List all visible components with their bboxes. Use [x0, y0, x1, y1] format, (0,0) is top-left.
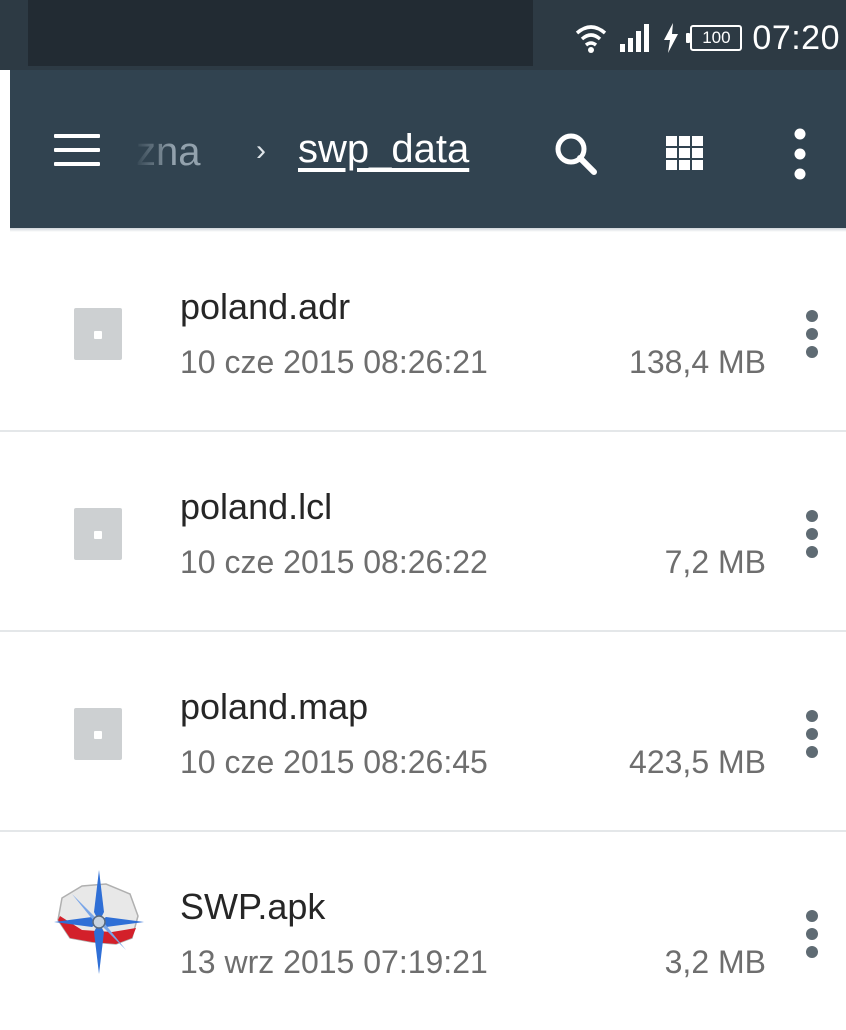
- clock: 07:20: [752, 18, 840, 57]
- more-vert-icon[interactable]: [800, 310, 824, 360]
- more-vert-icon[interactable]: [800, 710, 824, 760]
- file-name: SWP.apk: [180, 886, 326, 927]
- grid-view-icon[interactable]: [664, 132, 706, 174]
- signal-icon: [620, 24, 650, 52]
- status-bar: 100 07:20: [0, 0, 846, 70]
- file-date: 10 cze 2015 08:26:45: [180, 744, 488, 780]
- breadcrumb-previous[interactable]: zna: [134, 130, 201, 175]
- menu-icon[interactable]: [54, 134, 102, 168]
- breadcrumb-current[interactable]: swp_data: [298, 127, 469, 172]
- file-size: 7,2 MB: [664, 544, 766, 580]
- more-vert-icon[interactable]: [790, 126, 810, 182]
- wifi-icon: [576, 25, 607, 53]
- file-size: 3,2 MB: [664, 944, 766, 980]
- generic-file-icon: [74, 708, 122, 760]
- breadcrumb-separator: ›: [256, 134, 266, 167]
- more-vert-icon[interactable]: [800, 510, 824, 560]
- generic-file-icon: [74, 308, 122, 360]
- app-toolbar: zna › swp_data: [10, 70, 846, 232]
- file-row[interactable]: poland.map 10 cze 2015 08:26:45 423,5 MB: [0, 632, 846, 832]
- battery-icon: 100: [686, 25, 743, 51]
- swp-app-icon: [54, 870, 144, 974]
- file-date: 13 wrz 2015 07:19:21: [180, 944, 488, 980]
- notification-area: [28, 0, 533, 66]
- file-name: poland.adr: [180, 286, 351, 327]
- file-name: poland.lcl: [180, 486, 333, 527]
- status-icons: 100 07:20: [574, 18, 840, 58]
- file-name: poland.map: [180, 686, 369, 727]
- search-icon[interactable]: [550, 128, 602, 180]
- file-date: 10 cze 2015 08:26:21: [180, 344, 488, 380]
- file-size: 138,4 MB: [629, 344, 766, 380]
- file-date: 10 cze 2015 08:26:22: [180, 544, 488, 580]
- more-vert-icon[interactable]: [800, 910, 824, 960]
- charging-icon: [664, 23, 679, 53]
- file-row[interactable]: poland.adr 10 cze 2015 08:26:21 138,4 MB: [0, 232, 846, 432]
- file-row[interactable]: poland.lcl 10 cze 2015 08:26:22 7,2 MB: [0, 432, 846, 632]
- battery-level: 100: [702, 28, 731, 47]
- generic-file-icon: [74, 508, 122, 560]
- file-size: 423,5 MB: [629, 744, 766, 780]
